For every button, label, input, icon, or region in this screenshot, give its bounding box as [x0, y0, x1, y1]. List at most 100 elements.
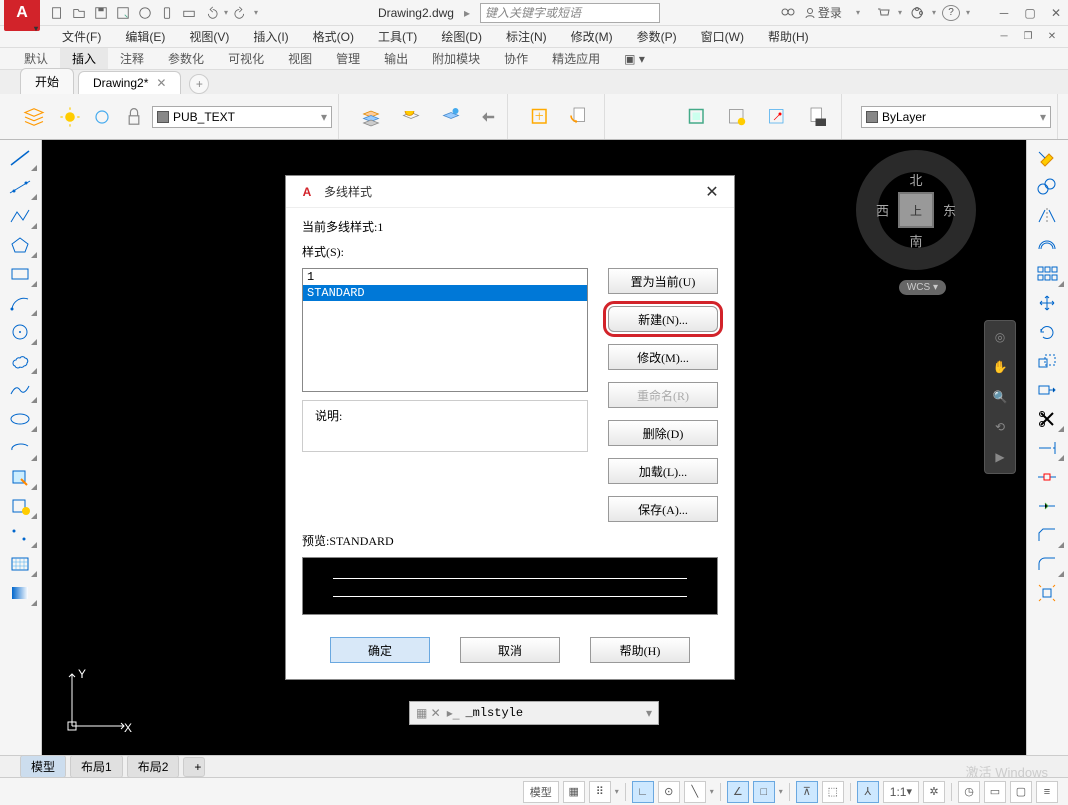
layer-properties-button[interactable]: [16, 99, 52, 135]
dialog-close-button[interactable]: ✕: [702, 182, 722, 202]
mobile-icon[interactable]: [158, 4, 176, 22]
stretch-tool[interactable]: [1029, 376, 1065, 404]
view-cube[interactable]: 北 南 东 西 上: [856, 150, 976, 270]
import-button[interactable]: [799, 99, 835, 135]
help-icon[interactable]: ?: [942, 5, 960, 21]
ellipse-tool[interactable]: [2, 405, 38, 433]
nav-orbit-icon[interactable]: ⟲: [988, 415, 1012, 439]
status-lwt-icon[interactable]: ⊼: [796, 781, 818, 803]
cart-icon[interactable]: [874, 4, 892, 22]
extend-tool[interactable]: [1029, 434, 1065, 462]
maximize-button[interactable]: ▢: [1022, 5, 1038, 21]
bylayer-combo[interactable]: ByLayer ▾: [861, 106, 1051, 128]
app-icon[interactable]: [908, 4, 926, 22]
insert-block-tool[interactable]: [2, 463, 38, 491]
mirror-tool[interactable]: [1029, 202, 1065, 230]
rotate-tool[interactable]: [1029, 318, 1065, 346]
nav-zoom-icon[interactable]: 🔍: [988, 385, 1012, 409]
list-item[interactable]: 1: [303, 269, 587, 285]
saveas-icon[interactable]: [114, 4, 132, 22]
status-otrack-icon[interactable]: ∠: [727, 781, 749, 803]
layer-isolate-button[interactable]: [433, 99, 469, 135]
doc-close-button[interactable]: ✕: [1044, 29, 1060, 45]
arc-tool[interactable]: [2, 289, 38, 317]
erase-tool[interactable]: [1029, 144, 1065, 172]
menu-window[interactable]: 窗口(W): [689, 26, 756, 47]
list-item[interactable]: STANDARD: [303, 285, 587, 301]
make-block-tool[interactable]: [2, 492, 38, 520]
save-button[interactable]: 保存(A)...: [608, 496, 718, 522]
menu-draw[interactable]: 绘图(D): [429, 26, 494, 47]
array-tool[interactable]: [1029, 260, 1065, 288]
layer-lock-icon[interactable]: [120, 103, 148, 131]
tab-close-icon[interactable]: ✕: [156, 76, 166, 90]
ribbon-tab-insert[interactable]: 插入: [60, 48, 108, 69]
styles-listbox[interactable]: 1 STANDARD: [302, 268, 588, 392]
cancel-button[interactable]: 取消: [460, 637, 560, 663]
ribbon-tab-parametric[interactable]: 参数化: [156, 48, 216, 69]
copy-tool[interactable]: [1029, 173, 1065, 201]
polyline-tool[interactable]: [2, 202, 38, 230]
trim-tool[interactable]: [1029, 405, 1065, 433]
ellipse-arc-tool[interactable]: [2, 434, 38, 462]
menu-modify[interactable]: 修改(M): [559, 26, 625, 47]
status-model[interactable]: 模型: [523, 781, 559, 803]
snap-button[interactable]: [759, 99, 795, 135]
ribbon-tab-addins[interactable]: 附加模块: [420, 48, 492, 69]
doc-tab-drawing2[interactable]: Drawing2*✕: [78, 71, 181, 94]
layout-tab-layout2[interactable]: 布局2: [127, 755, 180, 778]
ribbon-tab-default[interactable]: 默认: [12, 48, 60, 69]
scale-tool[interactable]: [1029, 347, 1065, 375]
menu-format[interactable]: 格式(O): [301, 26, 366, 47]
plot-icon[interactable]: [180, 4, 198, 22]
command-input[interactable]: [465, 706, 640, 720]
layer-combo[interactable]: PUB_TEXT ▾: [152, 106, 332, 128]
ribbon-tab-collab[interactable]: 协作: [492, 48, 540, 69]
layer-sun-icon[interactable]: [56, 103, 84, 131]
hatch-tool[interactable]: [2, 550, 38, 578]
chamfer-tool[interactable]: [1029, 521, 1065, 549]
menu-parametric[interactable]: 参数(P): [625, 26, 689, 47]
close-button[interactable]: ✕: [1048, 5, 1064, 21]
ribbon-tab-visualize[interactable]: 可视化: [216, 48, 276, 69]
load-button[interactable]: 加载(L)...: [608, 458, 718, 484]
status-grid-icon[interactable]: ▦: [563, 781, 585, 803]
menu-view[interactable]: 视图(V): [177, 26, 241, 47]
ok-button[interactable]: 确定: [330, 637, 430, 663]
minimize-button[interactable]: ─: [996, 5, 1012, 21]
status-scale[interactable]: 1:1 ▾: [883, 781, 919, 803]
search-icon[interactable]: [780, 4, 798, 22]
status-osnap-icon[interactable]: □: [753, 781, 775, 803]
nav-pan-icon[interactable]: ✋: [988, 355, 1012, 379]
layer-prev-button[interactable]: [473, 103, 501, 131]
offset-tool[interactable]: [1029, 231, 1065, 259]
new-button[interactable]: 新建(N)...: [608, 306, 718, 332]
cmdline-close-icon[interactable]: ▦ ✕: [416, 706, 441, 720]
layer-freeze-icon[interactable]: [88, 103, 116, 131]
line-tool[interactable]: [2, 144, 38, 172]
status-ortho-icon[interactable]: ∟: [632, 781, 654, 803]
doc-restore-button[interactable]: ❐: [1020, 29, 1036, 45]
viewcube-top[interactable]: 上: [898, 192, 934, 228]
menu-tools[interactable]: 工具(T): [366, 26, 429, 47]
nav-wheel-icon[interactable]: ◎: [988, 325, 1012, 349]
save-icon[interactable]: [92, 4, 110, 22]
revcloud-tool[interactable]: [2, 347, 38, 375]
wcs-badge[interactable]: WCS ▾: [899, 280, 946, 295]
status-gear-icon[interactable]: ✲: [923, 781, 945, 803]
ribbon-tab-featured[interactable]: 精选应用: [540, 48, 612, 69]
new-icon[interactable]: [48, 4, 66, 22]
nav-showmotion-icon[interactable]: ▶: [988, 445, 1012, 469]
ribbon-tab-output[interactable]: 输出: [372, 48, 420, 69]
layer-states-button[interactable]: [353, 99, 389, 135]
menu-file[interactable]: 文件(F): [50, 26, 113, 47]
web-icon[interactable]: [136, 4, 154, 22]
spline-tool[interactable]: [2, 376, 38, 404]
undo-icon[interactable]: [202, 4, 220, 22]
open-icon[interactable]: [70, 4, 88, 22]
status-custom-icon[interactable]: ≡: [1036, 781, 1058, 803]
status-snap-icon[interactable]: ⠿: [589, 781, 611, 803]
join-tool[interactable]: [1029, 492, 1065, 520]
status-monitor-icon[interactable]: ▭: [984, 781, 1006, 803]
delete-button[interactable]: 删除(D): [608, 420, 718, 446]
